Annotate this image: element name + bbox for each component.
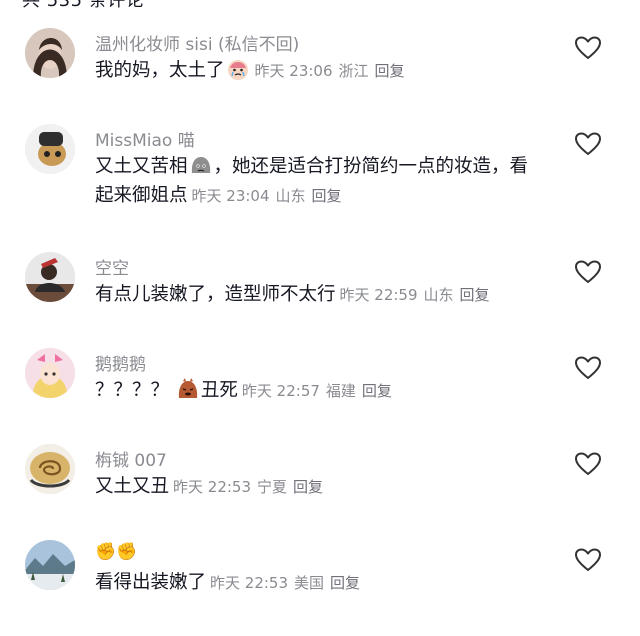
comment-meta: 昨天 22:53 宁夏 回复 xyxy=(173,478,329,496)
avatar[interactable] xyxy=(25,444,75,494)
heart-outline-icon xyxy=(575,132,601,155)
comment-time: 昨天 22:57 xyxy=(241,382,320,400)
comment-item: 鹅鹅鹅 ？？？？ 丑死 昨天 22:57 福建 回复 xyxy=(0,348,640,444)
avatar[interactable] xyxy=(25,28,75,78)
avatar[interactable] xyxy=(25,124,75,174)
heart-outline-icon xyxy=(575,452,601,475)
comment-location: 山东 xyxy=(423,286,454,304)
comment-body: 看得出装嫩了 昨天 22:53 美国 回复 xyxy=(95,568,545,598)
comment-body: 有点儿装嫩了，造型师不太行 昨天 22:59 山东 回复 xyxy=(95,280,545,310)
heart-outline-icon xyxy=(575,260,601,283)
username[interactable]: 温州化妆师 sisi (私信不回) xyxy=(95,30,299,55)
comment-meta: 昨天 22:53 美国 回复 xyxy=(210,574,366,592)
like-button[interactable] xyxy=(575,548,601,572)
comment-meta: 昨天 22:59 山东 回复 xyxy=(340,286,496,304)
avatar[interactable] xyxy=(25,252,75,302)
reply-button[interactable]: 回复 xyxy=(330,574,360,592)
comment-text: 又土又苦相 xyxy=(95,156,188,177)
comment-item: 栴铖 007 又土又丑 昨天 22:53 宁夏 回复 xyxy=(0,444,640,540)
comment-item: 温州化妆师 sisi (私信不回) 我的妈，太土了 昨天 23:06 浙江 回复 xyxy=(0,28,640,124)
comment-item: MissMiao 喵 又土又苦相 ，她还是适合打扮简约一点的妆造，看起来御姐点 昨天… xyxy=(0,124,640,220)
reply-button[interactable]: 回复 xyxy=(375,62,405,80)
heart-outline-icon xyxy=(575,356,601,379)
comment-count-title: 共 535 条评论 xyxy=(22,0,145,11)
comment-text: 看得出装嫩了 xyxy=(95,572,207,593)
comment-meta: 昨天 23:06 浙江 回复 xyxy=(255,62,411,80)
gray-blob-sticker-icon xyxy=(189,153,213,177)
comment-location: 山东 xyxy=(275,187,306,205)
comment-time: 昨天 22:59 xyxy=(339,286,418,304)
comment-body: 我的妈，太土了 昨天 23:06 浙江 回复 xyxy=(95,56,545,86)
avatar[interactable] xyxy=(25,540,75,590)
comment-meta: 昨天 22:57 福建 回复 xyxy=(242,382,398,400)
avatar[interactable] xyxy=(25,348,75,398)
reply-button[interactable]: 回复 xyxy=(460,286,490,304)
crying-face-sticker-icon xyxy=(226,57,250,81)
comment-text: ？？？？ xyxy=(95,380,175,401)
like-button[interactable] xyxy=(575,356,601,380)
username[interactable]: 鹅鹅鹅 xyxy=(95,350,146,375)
comment-location: 美国 xyxy=(294,574,325,592)
heart-outline-icon xyxy=(575,36,601,59)
comment-time: 昨天 22:53 xyxy=(210,574,289,592)
username[interactable]: 空空 xyxy=(95,254,129,279)
comment-text: 又土又丑 xyxy=(95,476,170,497)
comment-time: 昨天 23:06 xyxy=(254,62,333,80)
comment-text-tail: 丑死 xyxy=(200,380,238,401)
like-button[interactable] xyxy=(575,452,601,476)
like-button[interactable] xyxy=(575,36,601,60)
comment-text: 我的妈，太土了 xyxy=(95,60,225,81)
comment-body: ？？？？ 丑死 昨天 22:57 福建 回复 xyxy=(95,376,545,406)
reply-button[interactable]: 回复 xyxy=(362,382,392,400)
like-button[interactable] xyxy=(575,132,601,156)
comment-location: 宁夏 xyxy=(257,478,288,496)
username[interactable]: 栴铖 007 xyxy=(95,446,167,471)
comment-item: ✊✊ 看得出装嫩了 昨天 22:53 美国 回复 xyxy=(0,540,640,636)
like-button[interactable] xyxy=(575,260,601,284)
comment-time: 昨天 22:53 xyxy=(173,478,252,496)
comment-text: 有点儿装嫩了，造型师不太行 xyxy=(95,284,336,305)
comment-location: 浙江 xyxy=(338,62,369,80)
reply-button[interactable]: 回复 xyxy=(293,478,323,496)
username[interactable]: ✊✊ xyxy=(95,542,137,562)
comment-body: 又土又苦相 ，她还是适合打扮简约一点的妆造，看起来御姐点 昨天 23:04 山东 回复 xyxy=(95,152,545,211)
comment-time: 昨天 23:04 xyxy=(191,187,270,205)
reply-button[interactable]: 回复 xyxy=(312,187,342,205)
username[interactable]: MissMiao 喵 xyxy=(95,126,195,151)
brown-sad-sticker-icon xyxy=(176,377,200,401)
heart-outline-icon xyxy=(575,548,601,571)
comment-body: 又土又丑 昨天 22:53 宁夏 回复 xyxy=(95,472,545,502)
comment-meta: 昨天 23:04 山东 回复 xyxy=(192,187,348,205)
comment-item: 空空 有点儿装嫩了，造型师不太行 昨天 22:59 山东 回复 xyxy=(0,252,640,348)
comment-location: 福建 xyxy=(325,382,356,400)
